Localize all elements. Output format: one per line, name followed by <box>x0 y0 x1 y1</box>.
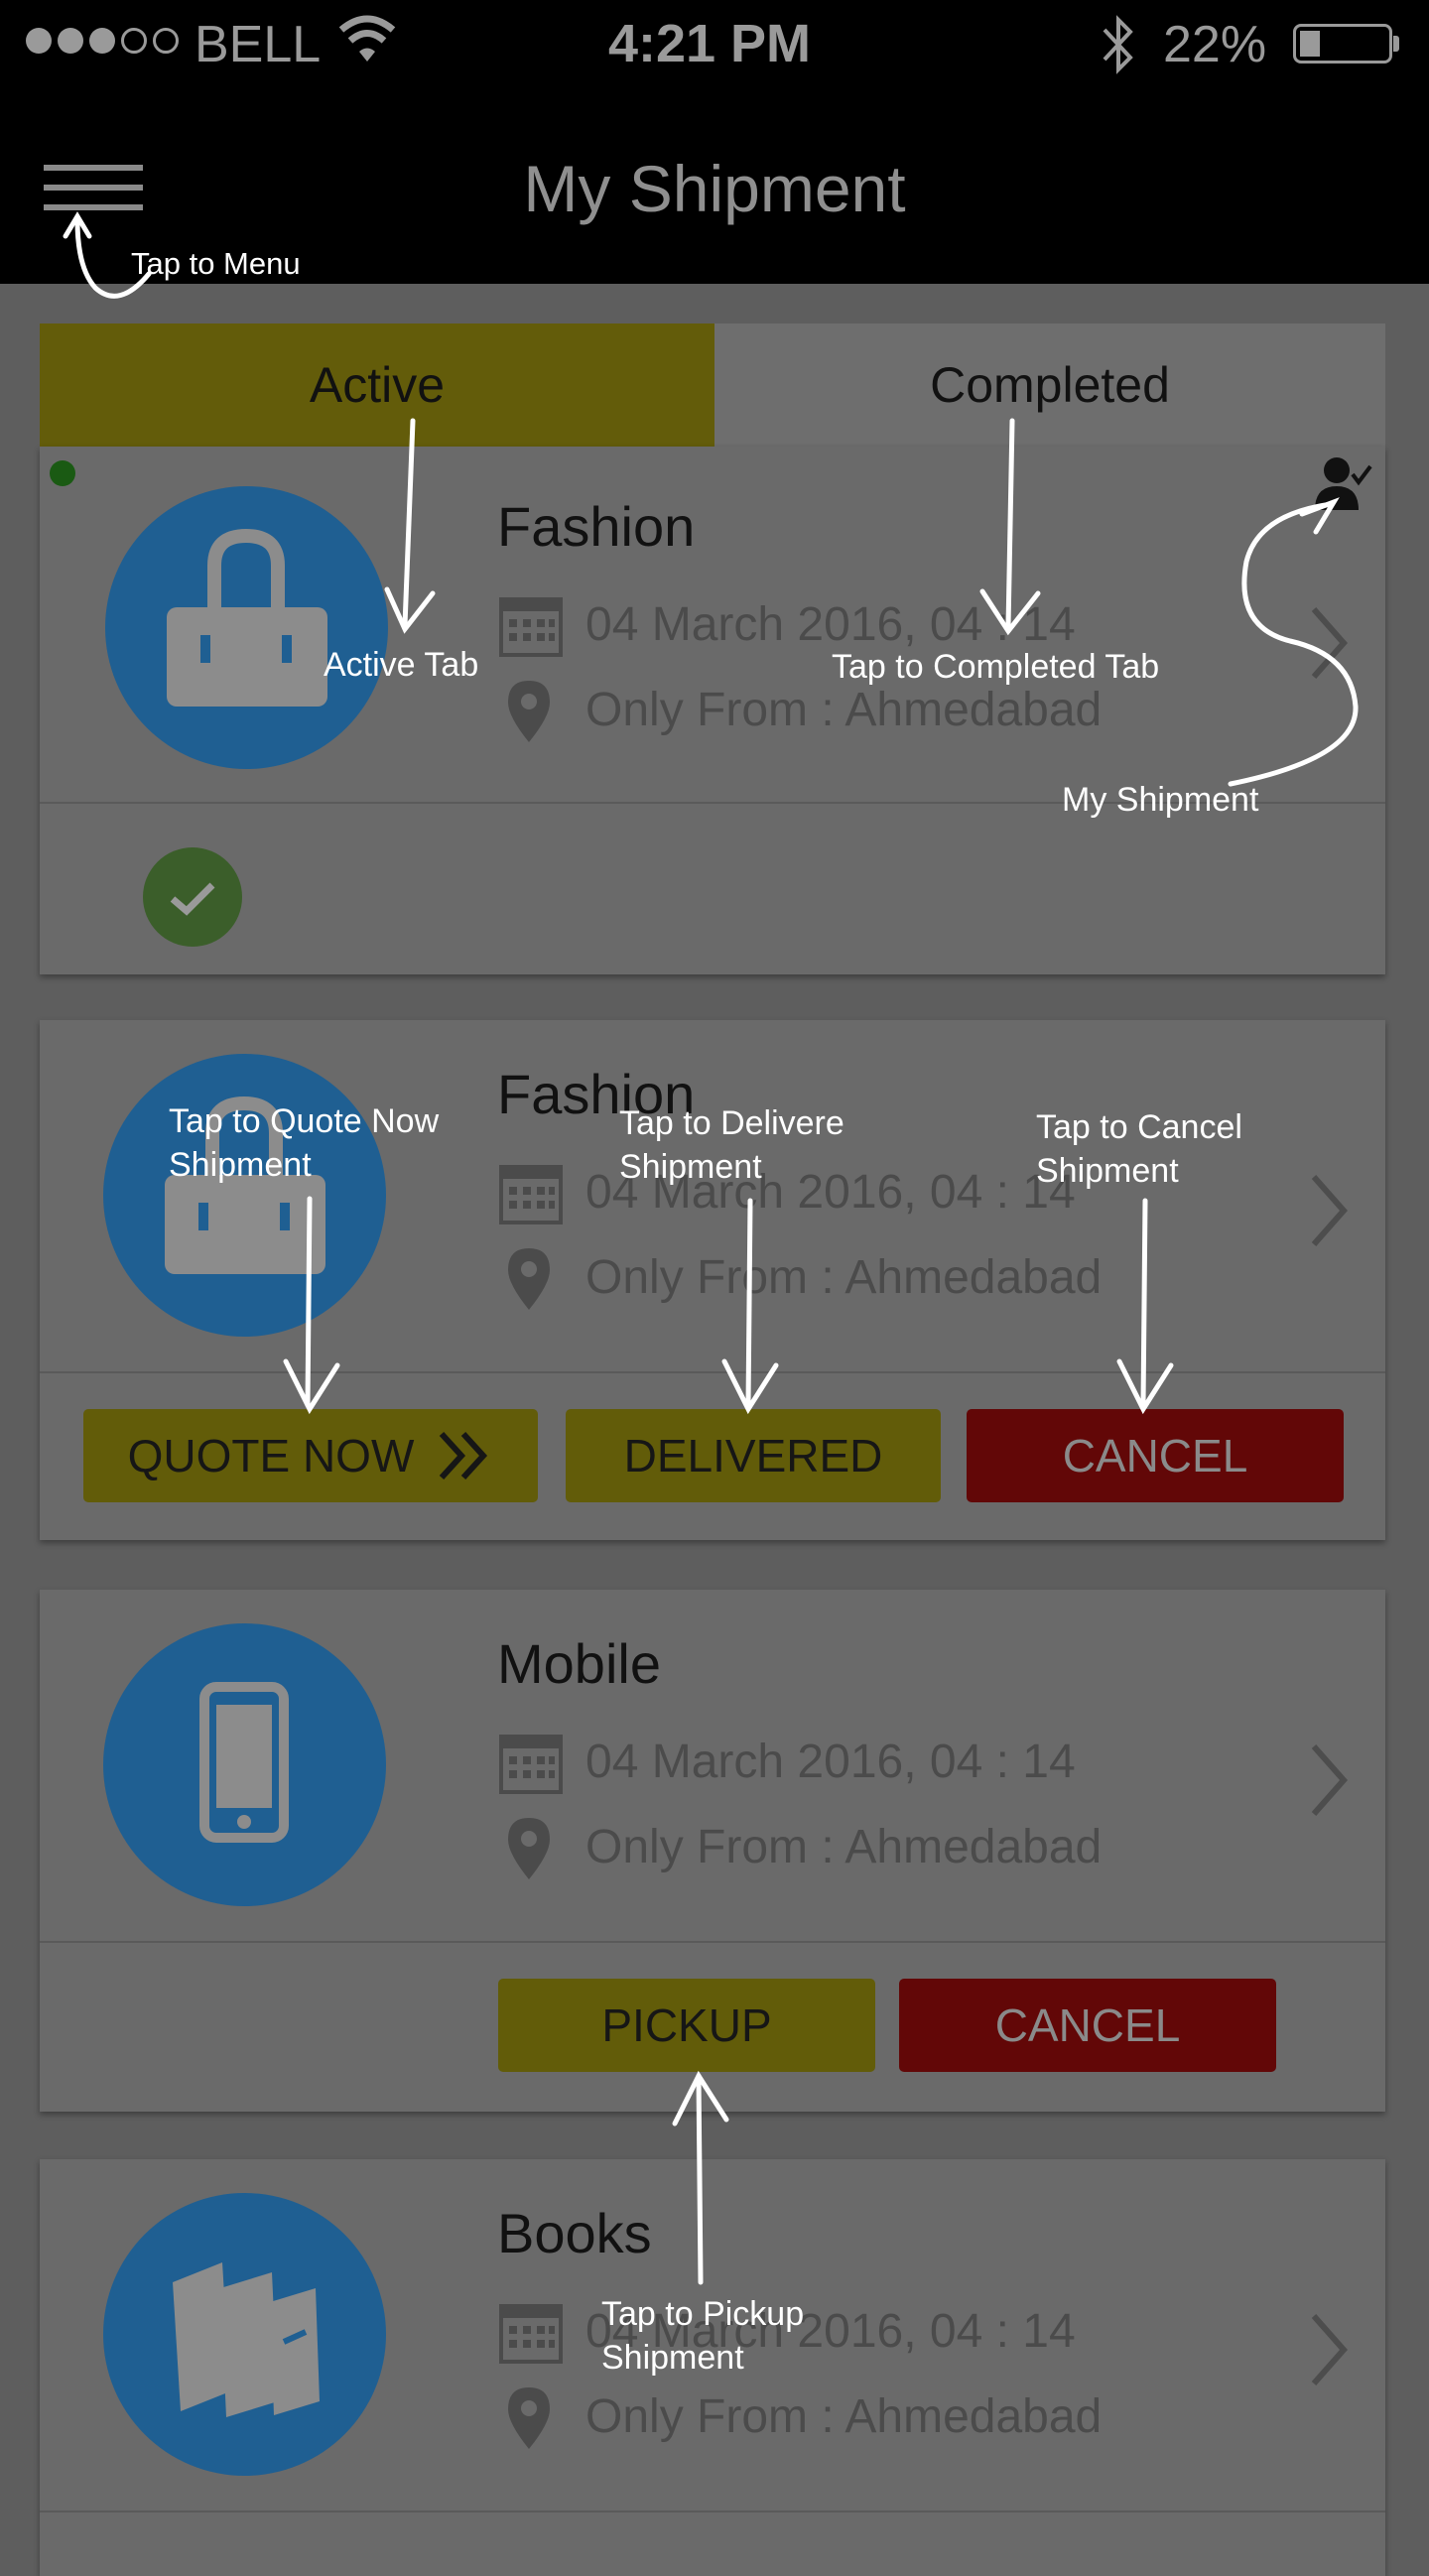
annotation-pickup-line2: Shipment <box>601 2339 744 2377</box>
annotation-pickup: Tap to Pickup Shipment <box>601 2292 804 2380</box>
annotation-my-shipment: My Shipment <box>1062 781 1259 819</box>
annotation-quote-now-line2: Shipment <box>169 1146 312 1184</box>
annotation-pickup-line1: Tap to Pickup <box>601 2295 805 2333</box>
annotation-completed-tab: Tap to Completed Tab <box>832 648 1160 686</box>
annotation-quote-now-line1: Tap to Quote Now <box>169 1102 440 1140</box>
annotation-cancel-line1: Tap to Cancel <box>1036 1108 1242 1146</box>
annotation-menu: Tap to Menu <box>131 246 301 281</box>
annotation-quote-now: Tap to Quote Now Shipment <box>169 1099 439 1187</box>
annotation-delivered: Tap to Delivere Shipment <box>619 1101 844 1189</box>
annotation-delivered-line1: Tap to Delivere <box>619 1104 844 1142</box>
annotation-delivered-line2: Shipment <box>619 1148 762 1186</box>
annotation-cancel: Tap to Cancel Shipment <box>1036 1105 1242 1193</box>
annotation-active-tab: Active Tab <box>324 646 479 684</box>
annotation-cancel-line2: Shipment <box>1036 1152 1179 1190</box>
annotation-arrows <box>63 211 1359 2285</box>
